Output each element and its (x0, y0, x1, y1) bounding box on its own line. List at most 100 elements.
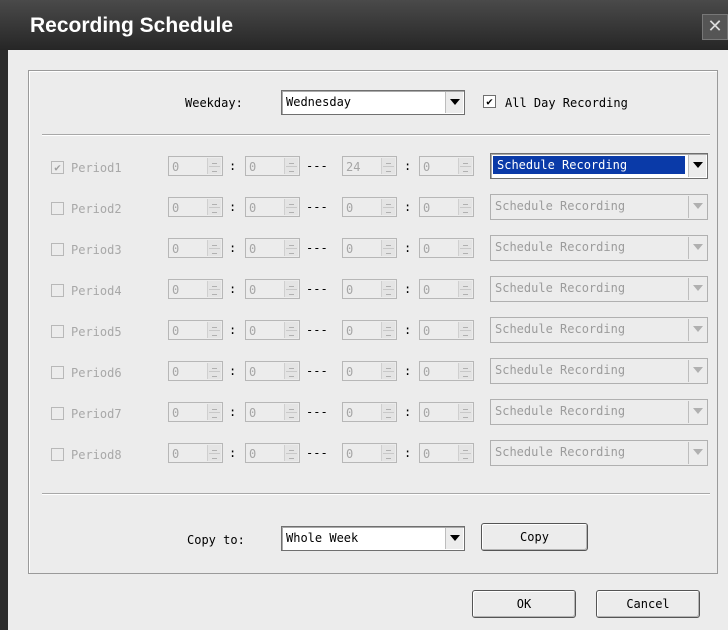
start-minute-spinner[interactable]: 0 (245, 238, 300, 258)
end-minute-spinner[interactable]: 0 (419, 402, 474, 422)
end-minute-spinner[interactable]: 0 (419, 443, 474, 463)
recording-mode-select[interactable]: Schedule Recording (490, 235, 708, 261)
copy-to-select[interactable]: Whole Week (281, 526, 465, 551)
spinner-arrows-icon[interactable] (458, 158, 472, 174)
end-hour-spinner[interactable]: 0 (342, 361, 397, 381)
end-hour-spinner[interactable]: 0 (342, 402, 397, 422)
close-icon[interactable]: ✕ (702, 14, 728, 40)
start-hour-spinner[interactable]: 0 (168, 402, 223, 422)
start-hour-spinner[interactable]: 0 (168, 320, 223, 340)
start-hour-spinner[interactable]: 0 (168, 361, 223, 381)
start-minute-spinner[interactable]: 0 (245, 361, 300, 381)
spinner-arrows-icon[interactable] (207, 322, 221, 338)
spinner-arrows-icon[interactable] (207, 240, 221, 256)
chevron-down-icon[interactable] (445, 528, 463, 549)
start-minute-spinner[interactable]: 0 (245, 156, 300, 176)
all-day-checkbox[interactable]: ✔ (483, 95, 496, 108)
spinner-arrows-icon[interactable] (284, 404, 298, 420)
spinner-arrows-icon[interactable] (381, 445, 395, 461)
spinner-arrows-icon[interactable] (284, 199, 298, 215)
spinner-arrows-icon[interactable] (381, 158, 395, 174)
spinner-arrows-icon[interactable] (458, 363, 472, 379)
end-minute-spinner[interactable]: 0 (419, 197, 474, 217)
spinner-arrows-icon[interactable] (284, 281, 298, 297)
cancel-button[interactable]: Cancel (596, 590, 700, 618)
recording-mode-select[interactable]: Schedule Recording (490, 399, 708, 425)
end-minute-spinner[interactable]: 0 (419, 361, 474, 381)
chevron-down-icon[interactable] (688, 319, 706, 341)
spinner-arrows-icon[interactable] (458, 281, 472, 297)
recording-mode-select[interactable]: Schedule Recording (490, 276, 708, 302)
chevron-down-icon[interactable] (688, 196, 706, 218)
recording-mode-select[interactable]: Schedule Recording (490, 358, 708, 384)
start-minute-spinner[interactable]: 0 (245, 320, 300, 340)
period-checkbox[interactable] (51, 202, 64, 215)
period-checkbox[interactable] (51, 448, 64, 461)
end-hour-spinner[interactable]: 0 (342, 197, 397, 217)
chevron-down-icon[interactable] (688, 360, 706, 382)
weekday-select[interactable]: Wednesday (281, 90, 465, 115)
end-minute-spinner[interactable]: 0 (419, 238, 474, 258)
spinner-arrows-icon[interactable] (284, 158, 298, 174)
spinner-arrows-icon[interactable] (207, 363, 221, 379)
time-colon: : (229, 159, 237, 173)
start-hour-spinner[interactable]: 0 (168, 156, 223, 176)
period-checkbox[interactable]: ✔ (51, 161, 64, 174)
start-minute-spinner[interactable]: 0 (245, 279, 300, 299)
spinner-arrows-icon[interactable] (207, 199, 221, 215)
end-hour-spinner[interactable]: 0 (342, 320, 397, 340)
end-hour-spinner[interactable]: 0 (342, 279, 397, 299)
start-minute-spinner[interactable]: 0 (245, 402, 300, 422)
chevron-down-icon[interactable] (445, 92, 463, 113)
period-checkbox[interactable] (51, 284, 64, 297)
recording-mode-select[interactable]: Schedule Recording (490, 153, 708, 179)
end-hour-spinner[interactable]: 24 (342, 156, 397, 176)
spinner-arrows-icon[interactable] (284, 445, 298, 461)
chevron-down-icon[interactable] (688, 278, 706, 300)
start-minute-spinner[interactable]: 0 (245, 197, 300, 217)
spinner-arrows-icon[interactable] (381, 363, 395, 379)
end-hour-spinner[interactable]: 0 (342, 443, 397, 463)
chevron-down-icon[interactable] (688, 401, 706, 423)
start-hour-spinner[interactable]: 0 (168, 279, 223, 299)
spinner-arrows-icon[interactable] (207, 158, 221, 174)
spinner-arrows-icon[interactable] (381, 281, 395, 297)
copy-button[interactable]: Copy (481, 523, 588, 551)
period-checkbox[interactable] (51, 325, 64, 338)
end-minute-spinner[interactable]: 0 (419, 156, 474, 176)
period-checkbox[interactable] (51, 243, 64, 256)
spinner-arrows-icon[interactable] (381, 404, 395, 420)
spinner-arrows-icon[interactable] (458, 404, 472, 420)
recording-mode-select[interactable]: Schedule Recording (490, 440, 708, 466)
spinner-arrows-icon[interactable] (284, 363, 298, 379)
recording-mode-select[interactable]: Schedule Recording (490, 317, 708, 343)
start-hour-spinner[interactable]: 0 (168, 238, 223, 258)
start-minute-spinner[interactable]: 0 (245, 443, 300, 463)
chevron-down-icon[interactable] (688, 155, 706, 177)
spinner-arrows-icon[interactable] (207, 404, 221, 420)
start-hour-spinner[interactable]: 0 (168, 443, 223, 463)
end-minute-spinner[interactable]: 0 (419, 320, 474, 340)
end-minute-spinner[interactable]: 0 (419, 279, 474, 299)
time-colon: : (404, 446, 412, 460)
spinner-arrows-icon[interactable] (284, 322, 298, 338)
spinner-arrows-icon[interactable] (458, 322, 472, 338)
chevron-down-icon[interactable] (688, 237, 706, 259)
ok-button[interactable]: OK (472, 590, 576, 618)
start-hour-spinner[interactable]: 0 (168, 197, 223, 217)
recording-mode-select[interactable]: Schedule Recording (490, 194, 708, 220)
spinner-arrows-icon[interactable] (207, 445, 221, 461)
end-hour-spinner[interactable]: 0 (342, 238, 397, 258)
spinner-arrows-icon[interactable] (458, 199, 472, 215)
spinner-arrows-icon[interactable] (284, 240, 298, 256)
spinner-arrows-icon[interactable] (458, 240, 472, 256)
period-checkbox[interactable] (51, 366, 64, 379)
spinner-arrows-icon[interactable] (207, 281, 221, 297)
spinner-arrows-icon[interactable] (381, 322, 395, 338)
spinner-arrows-icon[interactable] (458, 445, 472, 461)
period-checkbox[interactable] (51, 407, 64, 420)
spinner-arrows-icon[interactable] (381, 240, 395, 256)
spinner-value: 0 (249, 201, 257, 215)
chevron-down-icon[interactable] (688, 442, 706, 464)
spinner-arrows-icon[interactable] (381, 199, 395, 215)
